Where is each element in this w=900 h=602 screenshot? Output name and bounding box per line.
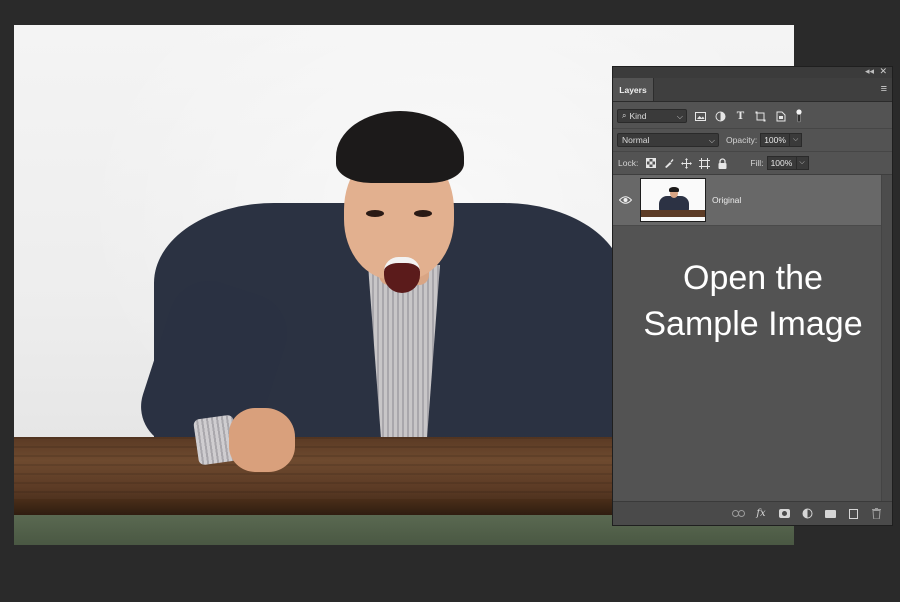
eye-visibility-icon[interactable] [613, 196, 637, 204]
blend-mode-row: Normal ⌵ Opacity: 100% ⌵ [613, 129, 892, 152]
lock-label: Lock: [618, 158, 639, 168]
lock-row: Lock: Fill: 100% ⌵ [613, 152, 892, 175]
filter-toggle-icon[interactable] [792, 109, 805, 123]
fill-slider-toggle[interactable]: ⌵ [796, 156, 809, 170]
group-folder-icon[interactable] [822, 507, 838, 521]
delete-layer-icon[interactable] [868, 507, 884, 521]
layer-name[interactable]: Original [712, 195, 741, 205]
chevron-down-icon: ⌵ [708, 136, 715, 145]
link-layers-icon[interactable] [730, 507, 746, 521]
overlay-caption-line-2: Sample Image [643, 305, 863, 343]
fx-icon[interactable]: fx [753, 507, 769, 521]
layer-mask-icon[interactable] [776, 507, 792, 521]
clenched-fist [229, 408, 295, 472]
tab-layers[interactable]: Layers [613, 78, 654, 101]
layers-panel: ◂◂ ✕ Layers ≡ ⌕ Kind ⌵ T Normal ⌵ Opacit… [612, 66, 893, 526]
collapse-panel-icon[interactable]: ◂◂ [865, 66, 874, 77]
panel-tab-row: Layers ≡ [613, 78, 892, 102]
panel-menu-icon[interactable]: ≡ [881, 83, 887, 95]
right-eye [414, 210, 432, 217]
thumbnail-figure-hair [669, 187, 679, 192]
adjustment-layer-icon[interactable] [799, 507, 815, 521]
new-layer-icon[interactable] [845, 507, 861, 521]
lock-all-icon[interactable] [716, 157, 729, 170]
lock-image-pixels-icon[interactable] [662, 157, 675, 170]
layer-thumbnail[interactable] [640, 178, 706, 222]
overlay-caption-line-1: Open the [683, 259, 823, 297]
shouting-mouth [384, 257, 420, 293]
thumbnail-table [641, 210, 705, 217]
layers-scrollbar[interactable] [881, 175, 892, 501]
opacity-field[interactable]: 100% [760, 133, 791, 147]
close-icon[interactable]: ✕ [879, 66, 887, 77]
chevron-down-icon: ⌵ [676, 112, 683, 121]
blend-mode-dropdown[interactable]: Normal ⌵ [617, 133, 719, 147]
shape-filter-icon[interactable] [754, 110, 767, 123]
fill-field[interactable]: 100% [766, 156, 797, 170]
pixel-filter-icon[interactable] [694, 110, 707, 123]
filter-kind-dropdown[interactable]: ⌕ Kind ⌵ [617, 109, 687, 123]
panel-title-bar[interactable]: ◂◂ ✕ [613, 66, 892, 78]
filter-kind-value: Kind [629, 111, 647, 121]
opacity-label: Opacity: [726, 135, 758, 145]
search-icon: ⌕ [622, 111, 627, 120]
fill-label: Fill: [750, 158, 764, 168]
adjustment-filter-icon[interactable] [714, 110, 727, 123]
smart-object-filter-icon[interactable] [774, 110, 787, 123]
layers-bottom-toolbar: fx [613, 501, 892, 525]
layer-row[interactable]: Original [613, 175, 882, 226]
lock-transparent-pixels-icon[interactable] [644, 157, 657, 170]
layer-filter-row: ⌕ Kind ⌵ T [613, 104, 892, 129]
type-filter-icon[interactable]: T [734, 110, 747, 123]
lock-artboard-icon[interactable] [698, 157, 711, 170]
blend-mode-value: Normal [622, 135, 650, 145]
thumbnail-figure-body [659, 196, 689, 211]
lock-position-icon[interactable] [680, 157, 693, 170]
overlay-caption: Open the Sample Image [631, 255, 875, 347]
left-eye [366, 210, 384, 217]
opacity-slider-toggle[interactable]: ⌵ [790, 133, 803, 147]
